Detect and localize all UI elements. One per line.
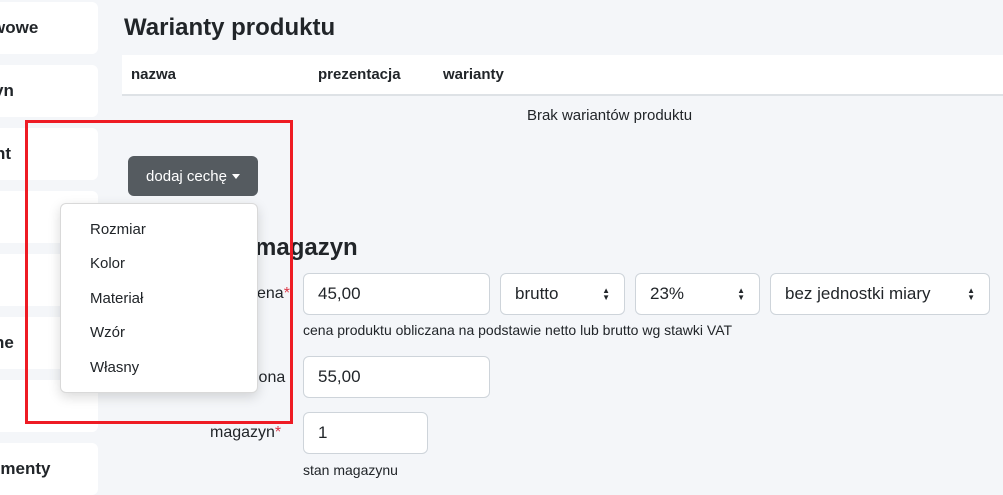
required-mark: * xyxy=(274,424,282,441)
crossed-price-input[interactable]: 55,00 xyxy=(303,356,490,398)
add-feature-button[interactable]: dodaj cechę xyxy=(128,156,258,196)
caret-down-icon xyxy=(231,173,240,179)
select-arrows-icon: ▲ ▼ xyxy=(602,286,610,302)
add-feature-menu: Rozmiar Kolor Materiał Wzór Własny xyxy=(60,203,258,393)
select-arrows-icon: ▲ ▼ xyxy=(967,286,975,302)
crossed-price-label: lona xyxy=(255,369,286,386)
variants-title: Warianty produktu xyxy=(124,14,336,41)
stock-label: magazyn* xyxy=(210,424,282,441)
unit-select[interactable]: bez jednostki miary ▲ ▼ xyxy=(770,273,990,315)
empty-variants-message: Brak wariantów produktu xyxy=(526,107,693,124)
menu-item-color[interactable]: Kolor xyxy=(61,247,257,282)
select-arrows-icon: ▲ ▼ xyxy=(737,286,745,302)
price-input[interactable]: 45,00 xyxy=(303,273,490,315)
stock-section-title: magazyn xyxy=(255,234,358,261)
menu-item-custom[interactable]: Własny xyxy=(61,350,257,385)
stock-help-text: stan magazynu xyxy=(303,462,398,478)
required-mark: * xyxy=(283,285,290,302)
menu-item-material[interactable]: Materiał xyxy=(61,281,257,316)
price-help-text: cena produktu obliczana na podstawie net… xyxy=(303,322,733,338)
stock-input[interactable]: 1 xyxy=(303,412,428,454)
sidebar-item-label: umenty xyxy=(0,459,51,478)
sidebar-item-0[interactable]: wowe xyxy=(0,2,98,54)
column-header-variants: warianty xyxy=(443,66,504,83)
menu-item-pattern[interactable]: Wzór xyxy=(61,316,257,351)
vat-rate-select[interactable]: 23% ▲ ▼ xyxy=(635,273,760,315)
column-header-name: nazwa xyxy=(131,66,177,83)
sidebar-item-7[interactable]: umenty xyxy=(0,443,98,495)
tax-mode-select[interactable]: brutto ▲ ▼ xyxy=(500,273,625,315)
sidebar-item-label: wowe xyxy=(0,18,39,37)
sidebar-item-label: nt xyxy=(0,144,12,163)
price-label: ena* xyxy=(257,285,290,302)
sidebar-item-2[interactable]: nt xyxy=(0,128,98,180)
variants-table-header: nazwa prezentacja warianty xyxy=(122,55,1003,96)
menu-item-size[interactable]: Rozmiar xyxy=(61,212,257,247)
sidebar-item-label: ne xyxy=(0,333,14,352)
column-header-presentation: prezentacja xyxy=(318,66,401,83)
sidebar-item-label: yn xyxy=(0,81,14,100)
